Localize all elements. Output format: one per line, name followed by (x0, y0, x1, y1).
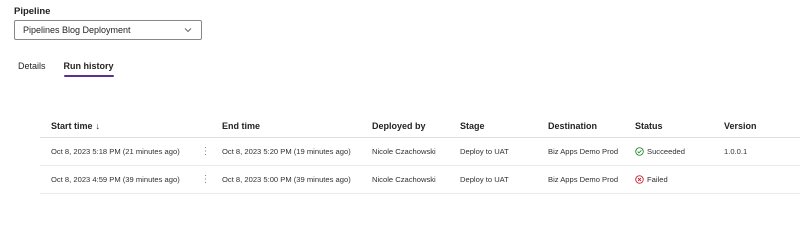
tab-bar: Details Run history (18, 61, 114, 77)
status-text: Failed (647, 175, 668, 184)
error-circle-icon (635, 175, 644, 184)
column-header-end-time[interactable]: End time (222, 121, 260, 131)
more-vertical-icon[interactable]: ⋮ (200, 174, 211, 185)
column-header-start-time[interactable]: Start time ↓ (51, 121, 100, 131)
chevron-down-icon (183, 25, 193, 35)
cell-end-time: Oct 8, 2023 5:00 PM (39 minutes ago) (222, 175, 351, 184)
cell-start-time: Oct 8, 2023 4:59 PM (39 minutes ago) (51, 175, 180, 184)
tab-run-history[interactable]: Run history (63, 61, 114, 77)
column-header-destination[interactable]: Destination (548, 121, 597, 131)
tab-details[interactable]: Details (18, 61, 46, 77)
column-header-deployed-by[interactable]: Deployed by (372, 121, 426, 131)
table-row[interactable]: Oct 8, 2023 4:59 PM (39 minutes ago) ⋮ O… (40, 166, 800, 194)
cell-destination: Biz Apps Demo Prod (548, 147, 619, 156)
cell-status: Succeeded (635, 147, 685, 156)
cell-deployed-by: Nicole Czachowski (372, 175, 436, 184)
cell-status: Failed (635, 175, 668, 184)
check-circle-icon (635, 147, 644, 156)
column-header-label: Start time (51, 120, 93, 131)
pipeline-select[interactable]: Pipelines Blog Deployment (14, 20, 202, 40)
table-row[interactable]: Oct 8, 2023 5:18 PM (21 minutes ago) ⋮ O… (40, 138, 800, 166)
run-history-table: Start time ↓ End time Deployed by Stage D… (40, 114, 800, 194)
cell-start-time: Oct 8, 2023 5:18 PM (21 minutes ago) (51, 147, 180, 156)
cell-end-time: Oct 8, 2023 5:20 PM (19 minutes ago) (222, 147, 351, 156)
cell-stage: Deploy to UAT (460, 147, 509, 156)
cell-stage: Deploy to UAT (460, 175, 509, 184)
sort-descending-icon: ↓ (95, 120, 101, 131)
status-text: Succeeded (647, 147, 685, 156)
pipeline-select-value: Pipelines Blog Deployment (23, 25, 131, 35)
table-header-row: Start time ↓ End time Deployed by Stage D… (40, 114, 800, 138)
column-header-version[interactable]: Version (724, 121, 757, 131)
cell-destination: Biz Apps Demo Prod (548, 175, 619, 184)
column-header-status[interactable]: Status (635, 121, 663, 131)
cell-deployed-by: Nicole Czachowski (372, 147, 436, 156)
more-vertical-icon[interactable]: ⋮ (200, 146, 211, 157)
column-header-stage[interactable]: Stage (460, 121, 485, 131)
cell-version: 1.0.0.1 (724, 147, 748, 156)
pipeline-label: Pipeline (14, 6, 51, 17)
